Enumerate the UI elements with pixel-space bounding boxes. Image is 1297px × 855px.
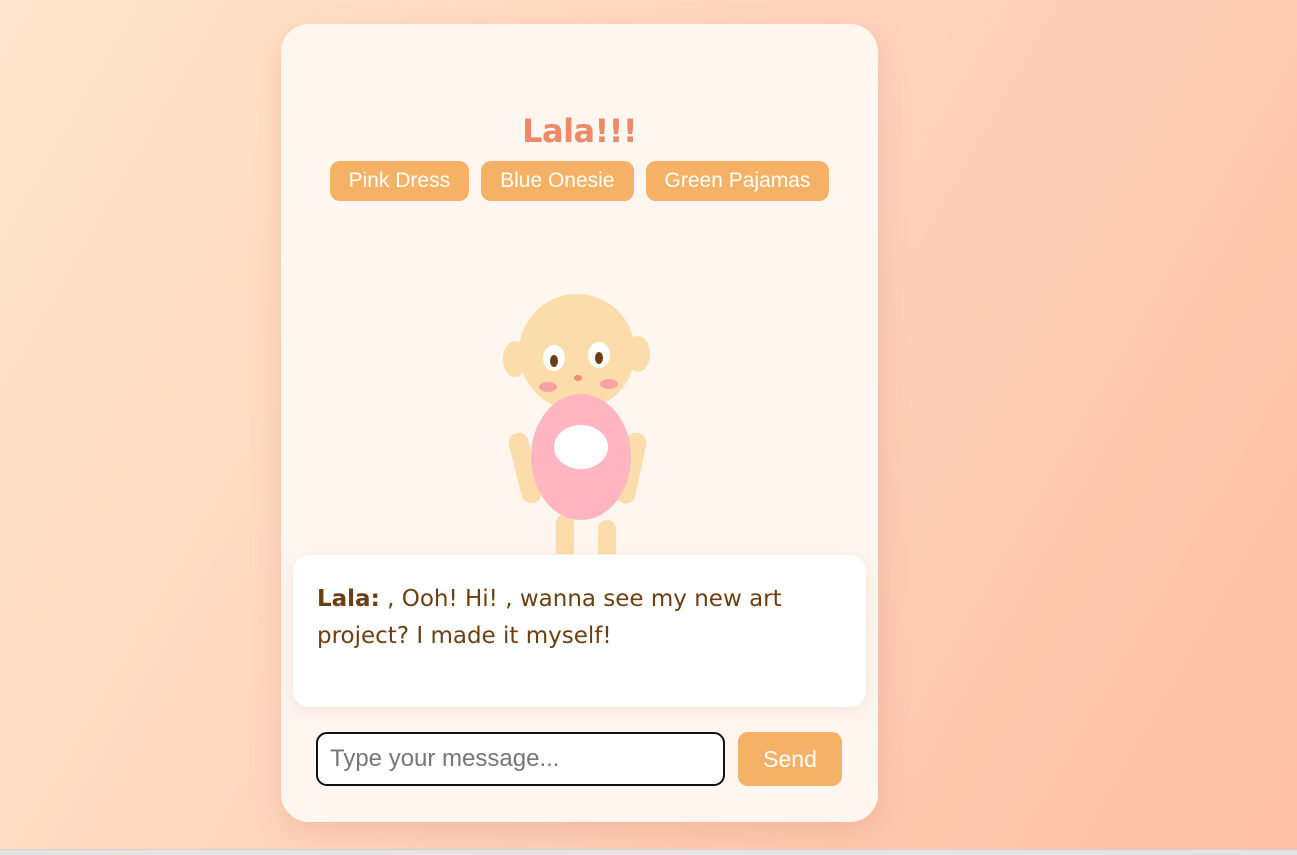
baby-right-cheek bbox=[600, 379, 618, 389]
speaker-name: Lala: bbox=[317, 586, 380, 612]
baby-head bbox=[519, 294, 635, 410]
outfit-button-blue-onesie[interactable]: Blue Onesie bbox=[481, 161, 634, 201]
message-text: , Ooh! Hi! , wanna see my new art projec… bbox=[317, 586, 782, 649]
speech-bubble: Lala: , Ooh! Hi! , wanna see my new art … bbox=[293, 555, 866, 707]
baby-left-leg bbox=[556, 514, 574, 554]
chat-card: Lala!!! Pink Dress Blue Onesie Green Paj… bbox=[281, 24, 878, 822]
page-title: Lala!!! bbox=[522, 112, 637, 150]
send-button[interactable]: Send bbox=[738, 732, 842, 786]
baby-right-leg bbox=[598, 520, 616, 554]
baby-dress-bib bbox=[554, 425, 608, 469]
message-composer: Send bbox=[316, 732, 842, 786]
baby-nose bbox=[574, 375, 582, 381]
window-bottom-edge bbox=[0, 849, 1297, 855]
message-input[interactable] bbox=[316, 732, 725, 786]
baby-character bbox=[503, 294, 650, 554]
outfit-selector: Pink Dress Blue Onesie Green Pajamas bbox=[281, 161, 878, 201]
baby-left-cheek bbox=[539, 382, 557, 392]
outfit-button-pink-dress[interactable]: Pink Dress bbox=[329, 161, 470, 201]
outfit-button-green-pajamas[interactable]: Green Pajamas bbox=[645, 161, 830, 201]
